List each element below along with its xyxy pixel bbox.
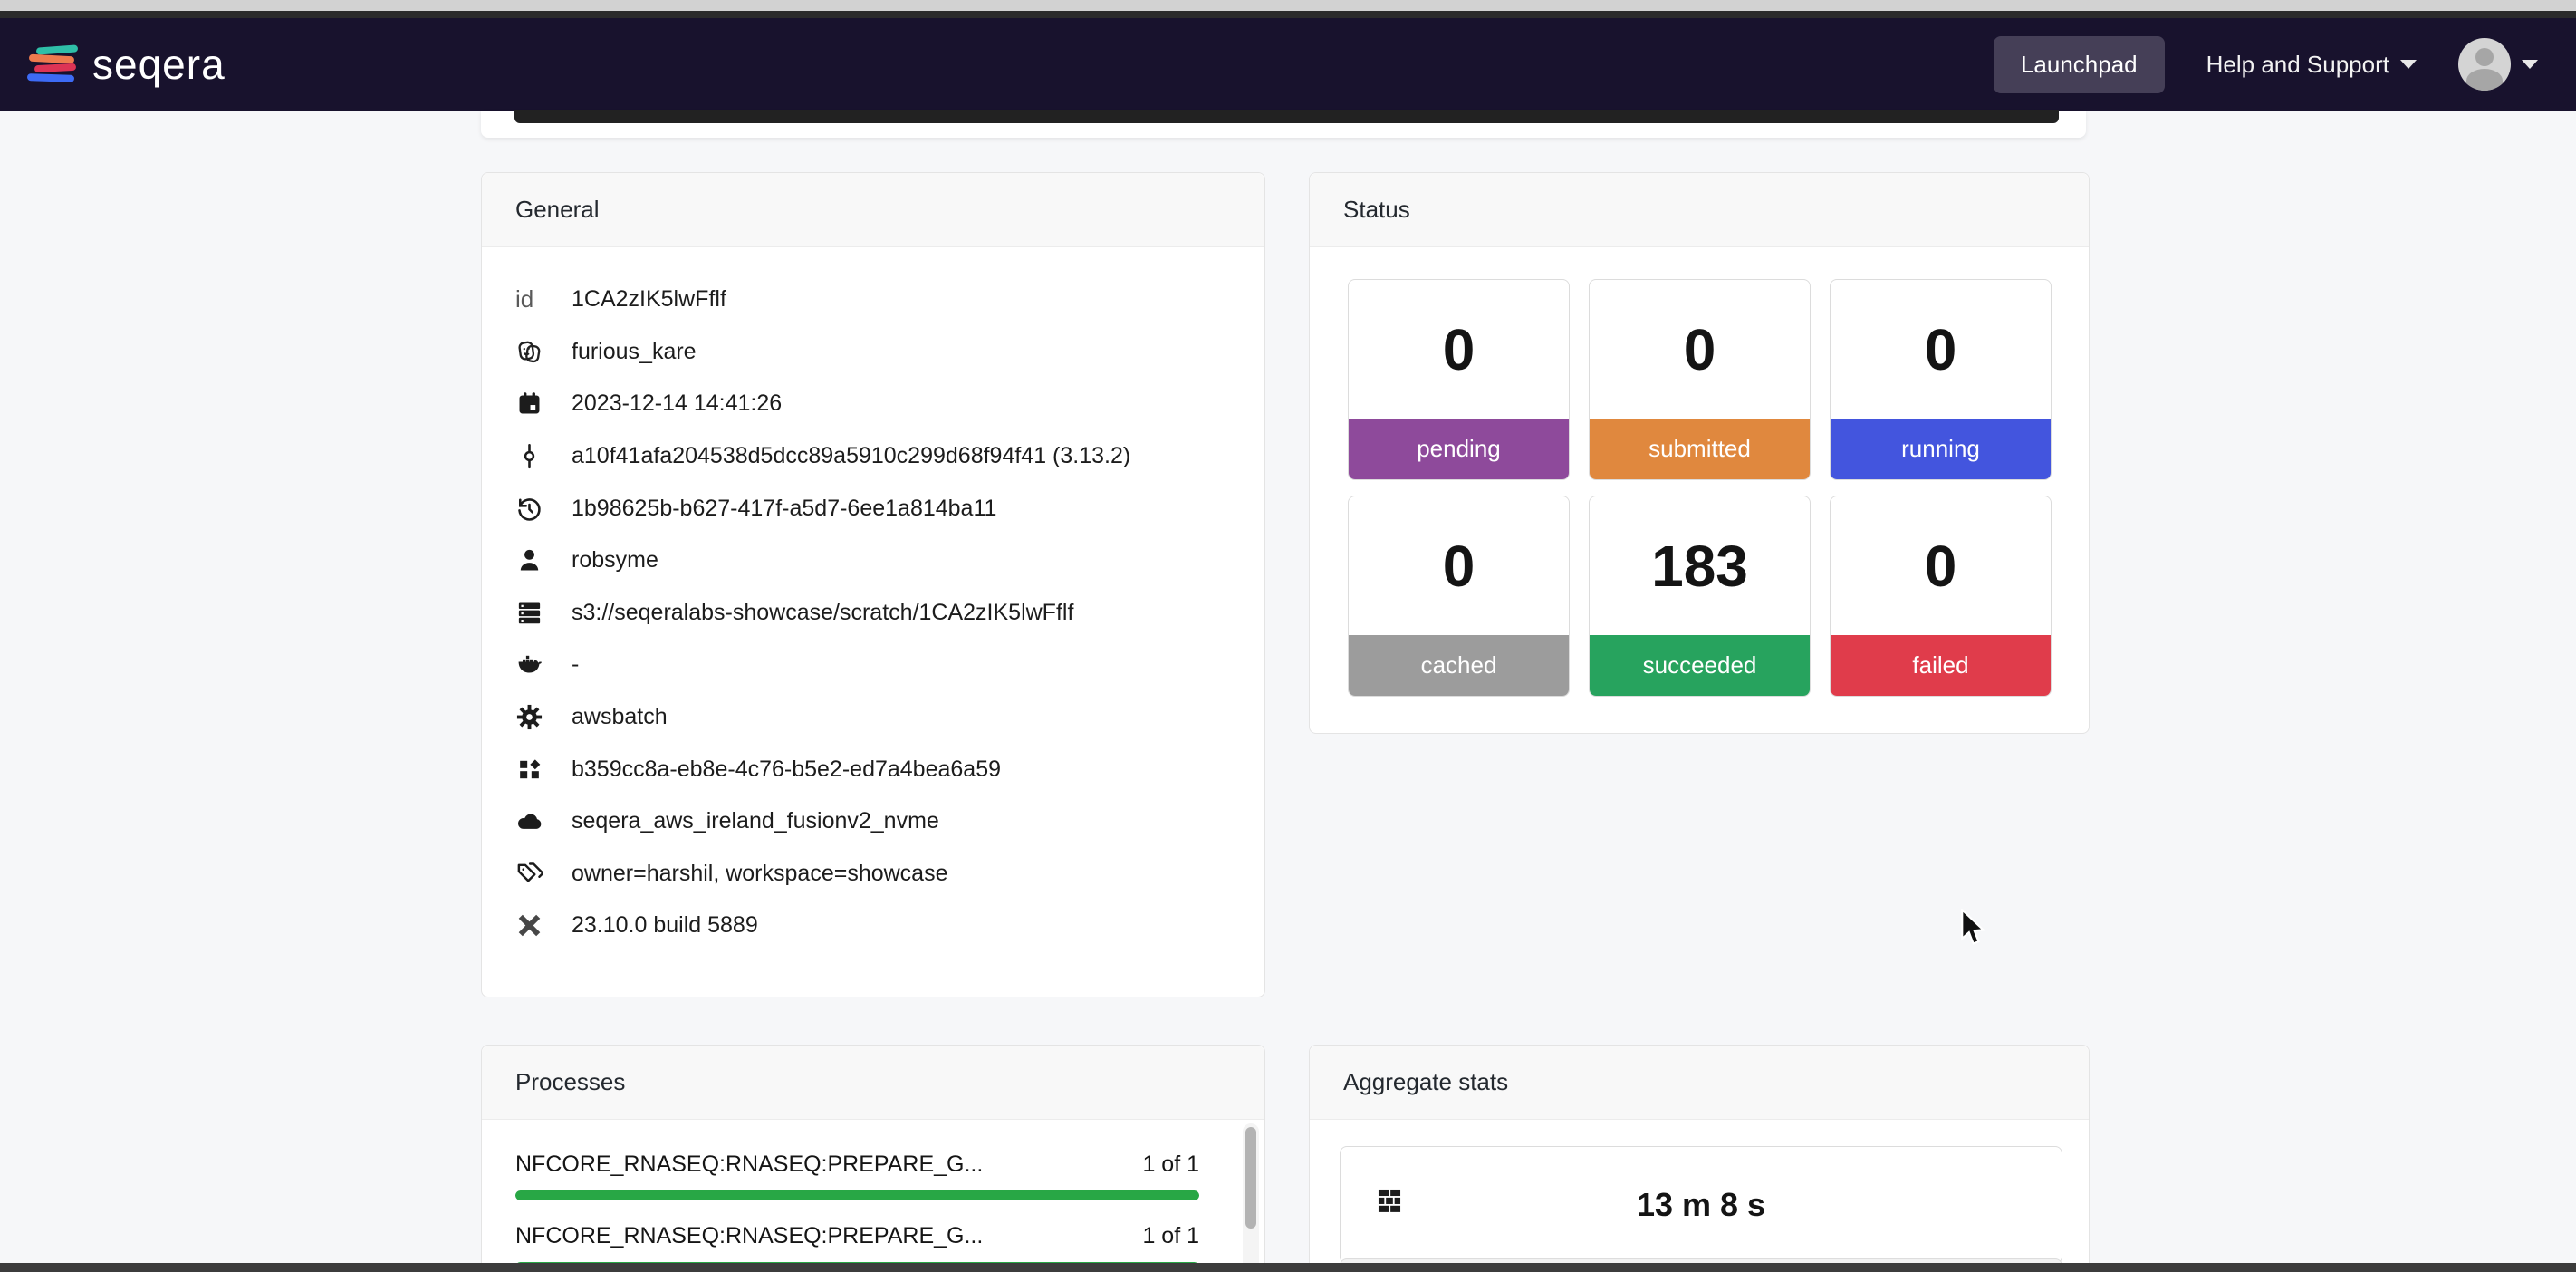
tags-icon xyxy=(515,860,572,888)
process-progress-fill xyxy=(515,1190,1199,1200)
status-tile-failed[interactable]: 0 failed xyxy=(1830,496,2052,697)
status-tile-running[interactable]: 0 running xyxy=(1830,279,2052,480)
general-row-start-date: 2023-12-14 14:41:26 xyxy=(515,378,1237,430)
cloud-icon xyxy=(515,807,572,835)
general-row-commit: a10f41afa204538d5dcc89a5910c299d68f94f41… xyxy=(515,430,1237,483)
git-commit-icon xyxy=(515,442,572,470)
aggregate-stats-title: Aggregate stats xyxy=(1310,1046,2089,1120)
general-row-labels: owner=harshil, workspace=showcase xyxy=(515,848,1237,901)
general-card: General id 1CA2zIK5lwFflf furious_kare xyxy=(481,172,1265,997)
processes-scrollbar-thumb[interactable] xyxy=(1245,1127,1256,1229)
seqera-logo[interactable]: seqera xyxy=(27,40,226,89)
process-progress-label: 1 of 1 xyxy=(1142,1151,1199,1179)
status-count: 183 xyxy=(1590,496,1810,635)
avatar-person-icon xyxy=(2475,48,2494,66)
scrolled-command-card xyxy=(481,111,2086,138)
window-edge-bottom xyxy=(0,1263,2576,1272)
process-progress-label: 1 of 1 xyxy=(1142,1222,1199,1250)
general-row-workdir: s3://seqeralabs-showcase/scratch/1CA2zIK… xyxy=(515,587,1237,640)
components-icon xyxy=(515,756,572,784)
chevron-down-icon xyxy=(2522,60,2538,69)
brand-wordmark: seqera xyxy=(92,40,226,89)
avatar xyxy=(2458,38,2511,91)
processes-card-title: Processes xyxy=(482,1046,1264,1120)
status-count: 0 xyxy=(1349,280,1569,419)
status-tile-label: failed xyxy=(1831,635,2051,696)
status-tile-succeeded[interactable]: 183 succeeded xyxy=(1589,496,1811,697)
nextflow-icon xyxy=(515,911,572,940)
status-tile-label: running xyxy=(1831,419,2051,479)
general-row-session: 1b98625b-b627-417f-a5d7-6ee1a814ba11 xyxy=(515,482,1237,535)
process-name: NFCORE_RNASEQ:RNASEQ:PREPARE_G... xyxy=(515,1151,983,1179)
server-icon xyxy=(515,599,572,627)
id-label: id xyxy=(515,285,572,313)
status-tile-label: submitted xyxy=(1590,419,1810,479)
aggregate-stats-card: Aggregate stats 13 m 8 s xyxy=(1309,1045,2090,1272)
chevron-down-icon xyxy=(2400,60,2417,69)
status-tile-label: pending xyxy=(1349,419,1569,479)
docker-icon xyxy=(515,650,572,679)
general-row-id: id 1CA2zIK5lwFflf xyxy=(515,274,1237,326)
general-row-nextflow-version: 23.10.0 build 5889 xyxy=(515,900,1237,952)
process-name: NFCORE_RNASEQ:RNASEQ:PREPARE_G... xyxy=(515,1222,983,1250)
general-row-container: - xyxy=(515,639,1237,691)
user-menu[interactable] xyxy=(2458,38,2538,91)
general-row-compute-env-name: seqera_aws_ireland_fusionv2_nvme xyxy=(515,795,1237,848)
general-row-compute-env-id: b359cc8a-eb8e-4c76-b5e2-ed7a4bea6a59 xyxy=(515,743,1237,795)
status-count: 0 xyxy=(1349,496,1569,635)
general-card-title: General xyxy=(482,173,1264,247)
process-progress-track xyxy=(515,1190,1199,1200)
gear-icon xyxy=(515,703,572,731)
calendar-icon xyxy=(515,390,572,418)
masks-theater-icon xyxy=(515,338,572,366)
seqera-logo-icon xyxy=(27,44,80,84)
status-tile-cached[interactable]: 0 cached xyxy=(1348,496,1570,697)
walltime-tile: 13 m 8 s xyxy=(1340,1146,2062,1264)
processes-card: Processes NFCORE_RNASEQ:RNASEQ:PREPARE_G… xyxy=(481,1045,1265,1272)
mouse-cursor xyxy=(1959,909,1990,953)
status-tile-label: succeeded xyxy=(1590,635,1810,696)
general-row-user: robsyme xyxy=(515,535,1237,587)
terminal-block xyxy=(514,110,2059,123)
user-icon xyxy=(515,546,572,574)
help-and-support-menu[interactable]: Help and Support xyxy=(2206,51,2417,79)
page-top-border xyxy=(0,11,2576,18)
process-list-item[interactable]: NFCORE_RNASEQ:RNASEQ:PREPARE_G... 1 of 1 xyxy=(515,1151,1199,1200)
walltime-value: 13 m 8 s xyxy=(1341,1147,2062,1263)
history-icon xyxy=(515,495,572,523)
browser-chrome-strip xyxy=(0,0,2576,11)
status-count: 0 xyxy=(1831,496,2051,635)
top-navbar: seqera Launchpad Help and Support xyxy=(0,18,2576,111)
status-tile-pending[interactable]: 0 pending xyxy=(1348,279,1570,480)
processes-scrollbar-track xyxy=(1243,1123,1259,1272)
help-menu-label: Help and Support xyxy=(2206,51,2389,79)
status-tile-submitted[interactable]: 0 submitted xyxy=(1589,279,1811,480)
general-row-executor: awsbatch xyxy=(515,691,1237,744)
status-tile-label: cached xyxy=(1349,635,1569,696)
status-count: 0 xyxy=(1831,280,2051,419)
status-card-title: Status xyxy=(1310,173,2089,247)
app-window: seqera Launchpad Help and Support Genera… xyxy=(0,0,2576,1272)
general-row-run-name: furious_kare xyxy=(515,326,1237,379)
launchpad-button[interactable]: Launchpad xyxy=(1994,36,2165,93)
status-card: Status 0 pending 0 submitted 0 running 0… xyxy=(1309,172,2090,734)
status-count: 0 xyxy=(1590,280,1810,419)
